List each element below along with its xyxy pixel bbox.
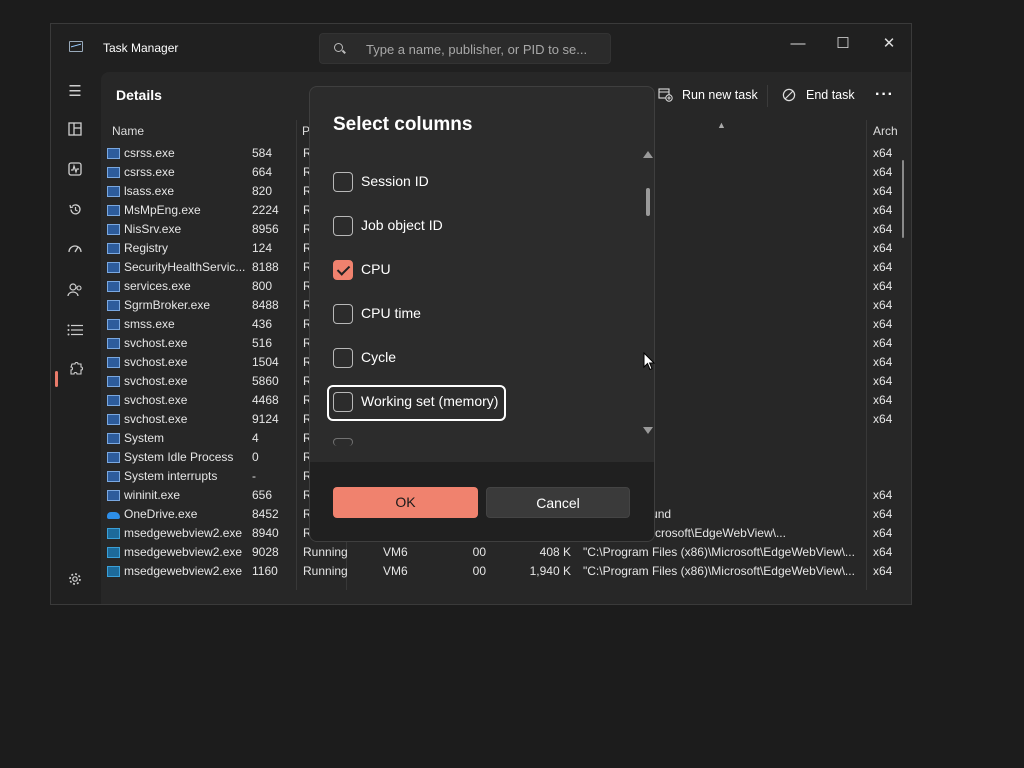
- dialog-footer: OK Cancel: [310, 462, 654, 541]
- checkbox[interactable]: [333, 216, 353, 236]
- option-label: Job object ID: [361, 217, 443, 233]
- scroll-up-arrow-icon[interactable]: [643, 151, 653, 158]
- dialog-title: Select columns: [333, 114, 473, 135]
- dialog-scrollbar-thumb[interactable]: [646, 188, 650, 216]
- option-label: CPU: [361, 261, 391, 277]
- ok-button[interactable]: OK: [333, 487, 478, 518]
- option-label: CPU time: [361, 305, 421, 321]
- checkbox[interactable]: [333, 348, 353, 368]
- scroll-down-arrow-icon[interactable]: [643, 427, 653, 434]
- modal-overlay: Select columns Session ID Job object ID CP…: [0, 0, 1024, 768]
- cancel-button[interactable]: Cancel: [486, 487, 630, 518]
- checkbox[interactable]: [333, 304, 353, 324]
- option-label: Session ID: [361, 173, 429, 189]
- option-label: Cycle: [361, 349, 397, 365]
- checkbox-checked[interactable]: [333, 260, 353, 280]
- mouse-cursor-icon: [643, 352, 655, 371]
- select-columns-dialog: Select columns Session ID Job object ID CP…: [309, 86, 655, 542]
- focus-ring: [327, 385, 506, 421]
- checkbox: [333, 438, 353, 446]
- checkbox[interactable]: [333, 172, 353, 192]
